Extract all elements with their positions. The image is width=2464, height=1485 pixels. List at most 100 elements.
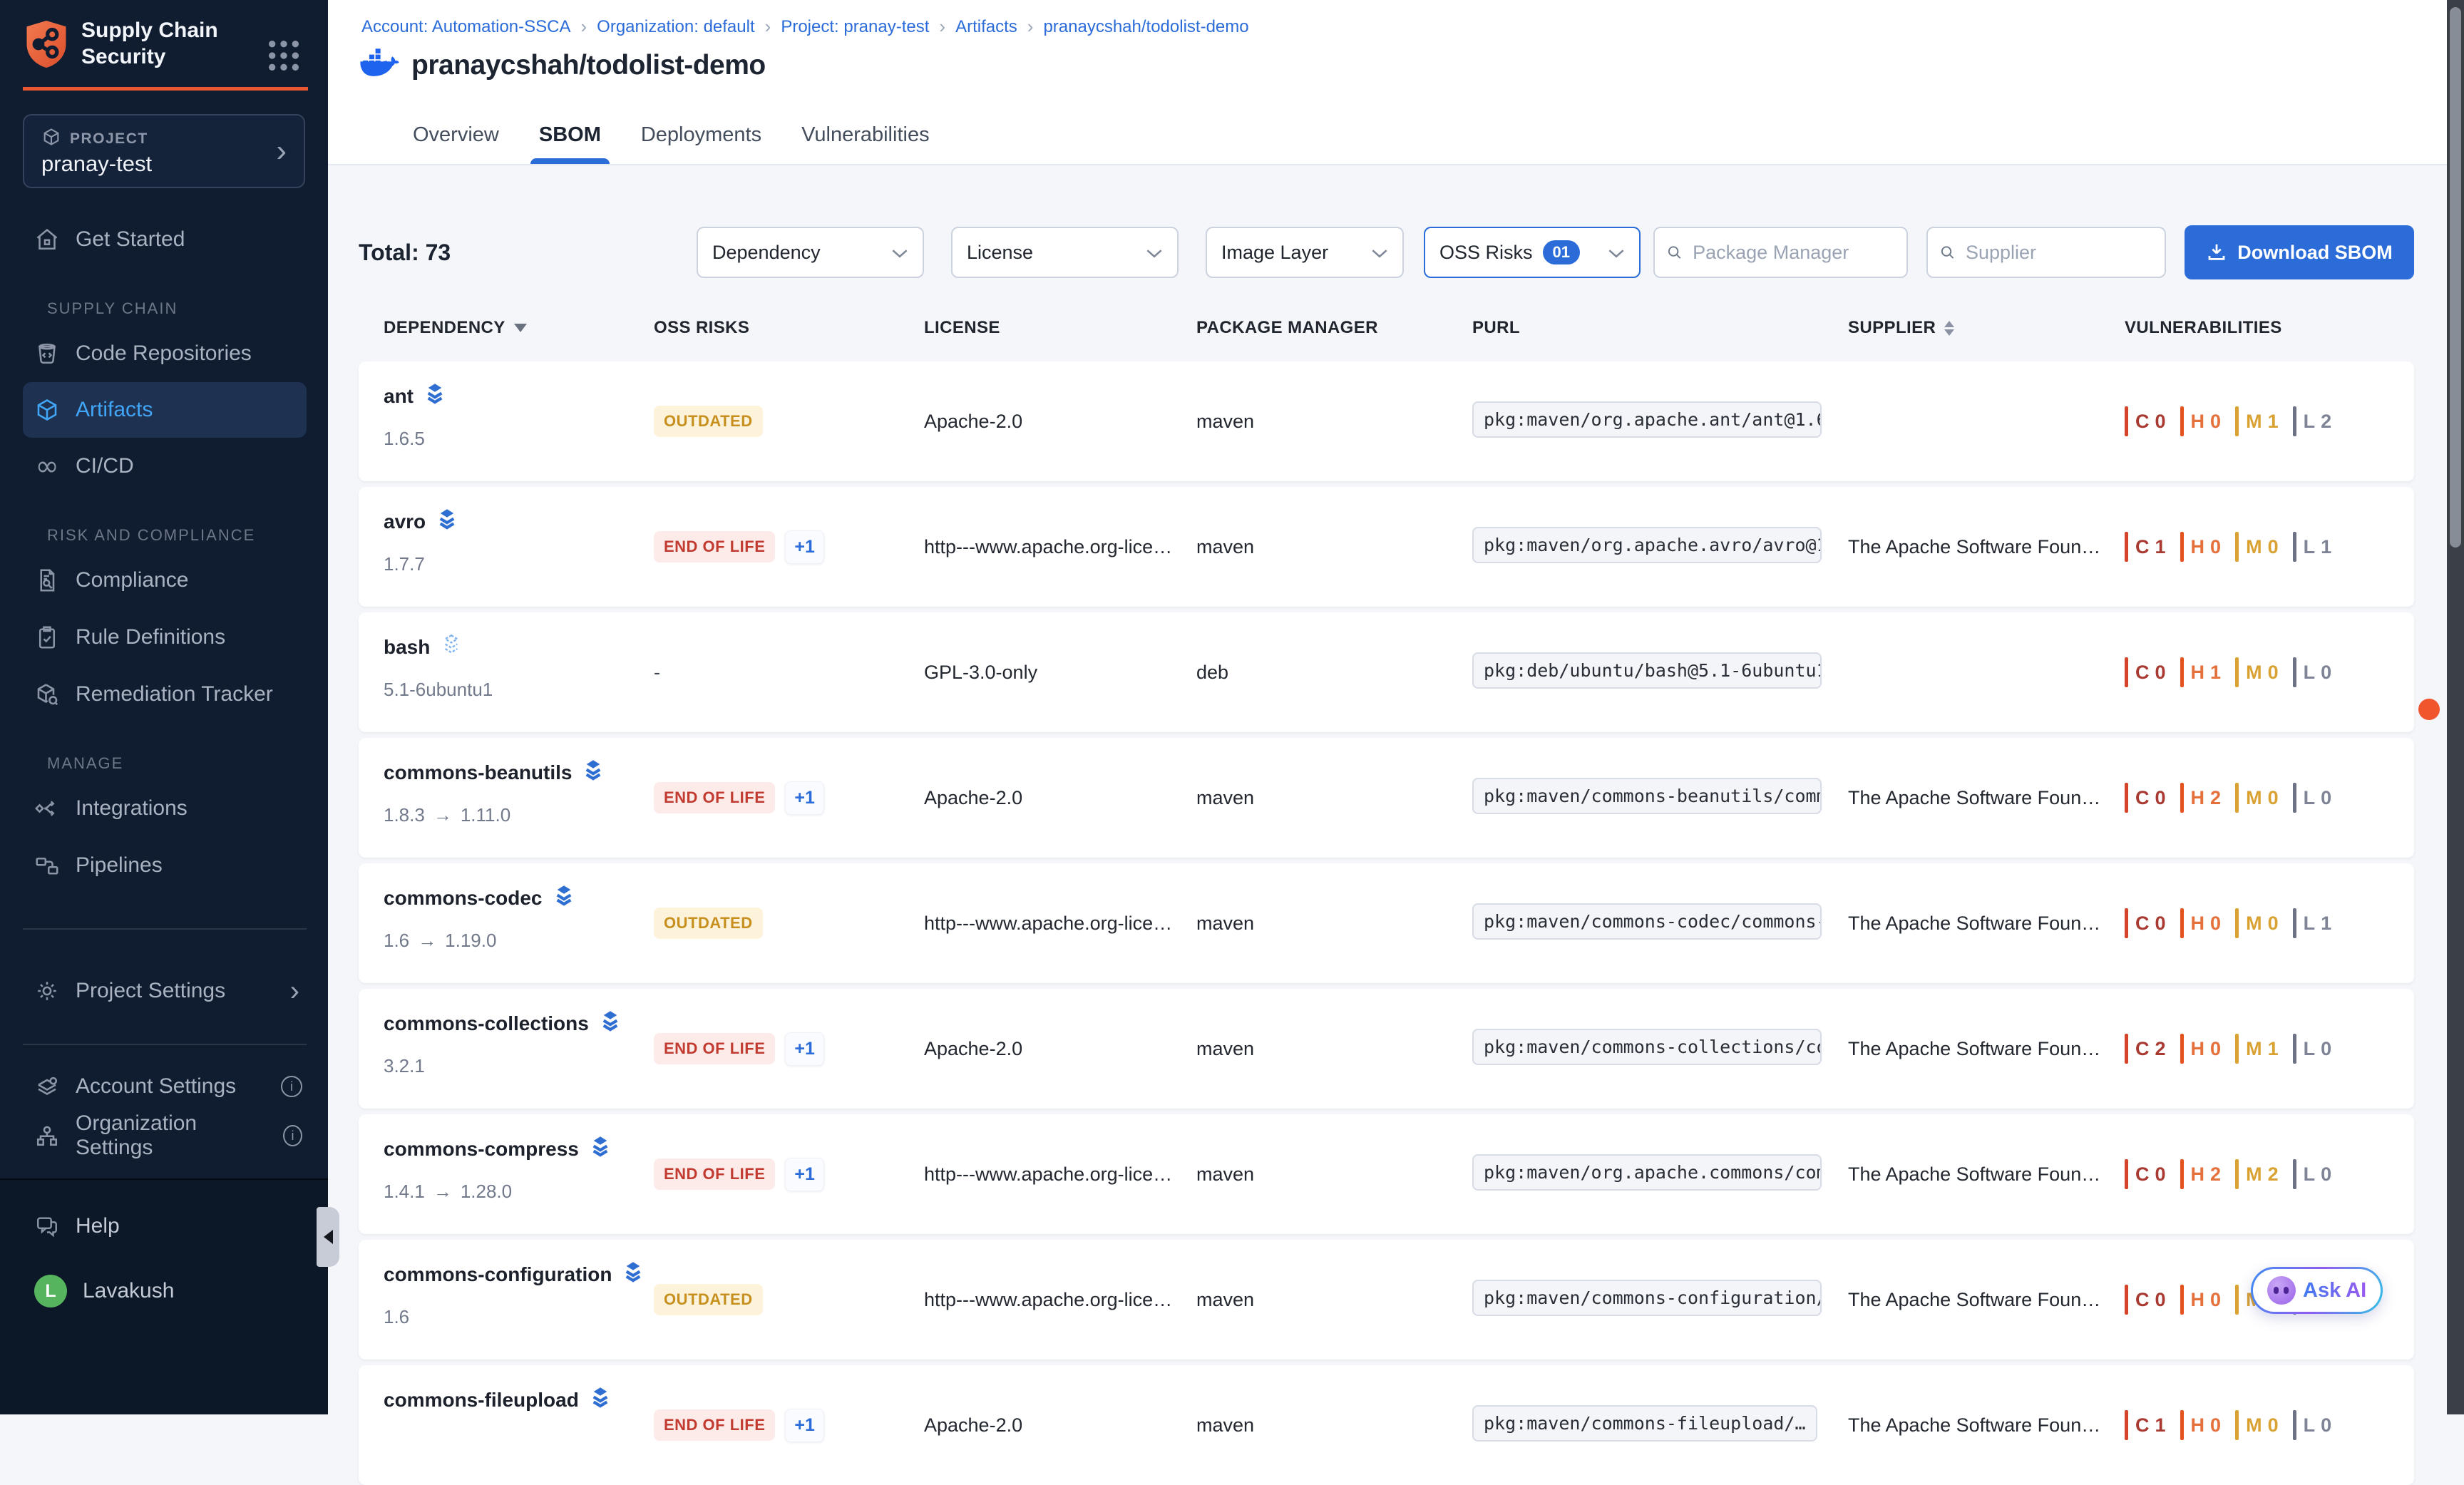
purl-chip[interactable]: pkg:maven/commons-collections/co…	[1472, 1029, 1822, 1065]
scrollbar[interactable]	[2447, 0, 2464, 1414]
user-menu[interactable]: L Lavakush	[0, 1263, 328, 1320]
filter-dropdown-oss-risks[interactable]: OSS Risks01	[1424, 227, 1641, 278]
supplier-input[interactable]	[1964, 241, 2153, 264]
risk-badge: OUTDATED	[654, 1284, 763, 1315]
risk-more-badge[interactable]: +1	[785, 1409, 824, 1442]
severity-bar	[2180, 1159, 2184, 1189]
scrollbar-thumb[interactable]	[2450, 7, 2461, 548]
severity-bar	[2180, 657, 2184, 687]
column-header-label: VULNERABILITIES	[2125, 318, 2282, 338]
table-row[interactable]: commons-codec1.6→1.19.0OUTDATEDhttp---ww…	[359, 863, 2414, 983]
breadcrumb-link-account[interactable]: Account: Automation-SSCA	[361, 17, 570, 37]
risk-more-badge[interactable]: +1	[785, 1158, 824, 1191]
filter-dropdown-dependency[interactable]: Dependency	[697, 227, 924, 278]
tab-sbom[interactable]: SBOM	[536, 123, 604, 164]
purl-chip[interactable]: pkg:maven/commons-beanutils/comm…	[1472, 778, 1822, 814]
breadcrumb-link-pranaycshah-todolist-demo[interactable]: pranaycshah/todolist-demo	[1043, 17, 1248, 37]
project-label: PROJECT	[70, 130, 148, 148]
table-row[interactable]: bash5.1-6ubuntu1-GPL-3.0-onlydebpkg:deb/…	[359, 612, 2414, 732]
license-cell: http---www.apache.org-lice…	[924, 913, 1181, 935]
severity-count: 0	[2210, 1289, 2221, 1311]
sidebar-item-label: Rule Definitions	[76, 625, 225, 649]
severity-bar	[2293, 657, 2296, 687]
risk-more-badge[interactable]: +1	[785, 1032, 824, 1066]
sidebar-item-get-started[interactable]: Get Started	[0, 211, 328, 268]
sidebar-item-remediation-tracker[interactable]: Remediation Tracker	[0, 666, 328, 723]
package-manager-input[interactable]	[1691, 241, 1895, 264]
sidebar-item-label: Remediation Tracker	[76, 682, 273, 706]
search-icon	[1666, 243, 1683, 262]
sidebar-collapse-handle[interactable]	[317, 1207, 339, 1267]
table-row[interactable]: commons-collections3.2.1END OF LIFE+1Apa…	[359, 989, 2414, 1109]
severity-count: 0	[2268, 662, 2279, 684]
column-header-supplier[interactable]: SUPPLIER	[1848, 318, 2125, 338]
severity-count: 0	[2268, 787, 2279, 809]
arrow-right-icon: →	[418, 930, 436, 952]
filter-label: Image Layer	[1221, 242, 1328, 264]
table-row[interactable]: commons-configuration1.6OUTDATEDhttp---w…	[359, 1240, 2414, 1360]
purl-chip[interactable]: pkg:maven/commons-fileupload/…	[1472, 1405, 1817, 1442]
sidebar-item-artifacts[interactable]: Artifacts	[23, 382, 307, 438]
sidebar-item-help[interactable]: Help	[0, 1198, 328, 1255]
sidebar-item-rule-definitions[interactable]: Rule Definitions	[0, 609, 328, 666]
risk-more-badge[interactable]: +1	[785, 530, 824, 564]
severity-bar	[2125, 532, 2128, 562]
sidebar-item-compliance[interactable]: Compliance	[0, 552, 328, 609]
sidebar-item-label: Artifacts	[76, 398, 153, 422]
filter-dropdown-image-layer[interactable]: Image Layer	[1206, 227, 1404, 278]
purl-chip[interactable]: pkg:maven/org.apache.avro/avro@1…	[1472, 527, 1822, 563]
table-row[interactable]: commons-beanutils1.8.3→1.11.0END OF LIFE…	[359, 738, 2414, 858]
severity-letter: C	[2135, 1038, 2151, 1060]
sidebar-item-label: CI/CD	[76, 454, 134, 478]
dependency-cell: bash5.1-6ubuntu1	[384, 612, 654, 732]
purl-chip[interactable]: pkg:maven/org.apache.ant/ant@1.6…	[1472, 401, 1822, 438]
severity-letter: L	[2304, 662, 2317, 684]
sidebar-item-integrations[interactable]: Integrations	[0, 780, 328, 837]
table-row[interactable]: commons-fileuploadEND OF LIFE+1Apache-2.…	[359, 1365, 2414, 1485]
severity-bar	[2180, 532, 2184, 562]
vuln-medium: M0	[2235, 783, 2279, 813]
purl-chip[interactable]: pkg:maven/org.apache.commons/com…	[1472, 1154, 1822, 1191]
project-selector[interactable]: PROJECT pranay-test ›	[23, 114, 305, 188]
tab-vulnerabilities[interactable]: Vulnerabilities	[799, 123, 932, 164]
sidebar-item-account-settings[interactable]: Account Settings	[0, 1061, 328, 1112]
risk-more-badge[interactable]: +1	[785, 781, 824, 815]
sort-icon	[1944, 321, 1954, 336]
purl-chip[interactable]: pkg:deb/ubuntu/bash@5.1-6ubuntu1	[1472, 652, 1822, 689]
download-sbom-button[interactable]: Download SBOM	[2185, 225, 2414, 279]
package-manager-search[interactable]	[1653, 227, 1908, 278]
vuln-medium: M1	[2235, 1034, 2279, 1064]
purl-chip[interactable]: pkg:maven/commons-configuration/…	[1472, 1280, 1822, 1316]
sidebar-item-code-repositories[interactable]: Code Repositories	[0, 325, 328, 382]
purl-chip[interactable]: pkg:maven/commons-codec/commons-…	[1472, 903, 1822, 940]
sidebar-item-project-settings[interactable]: Project Settings›	[0, 965, 328, 1017]
table-row[interactable]: commons-compress1.4.1→1.28.0END OF LIFE+…	[359, 1114, 2414, 1234]
tab-overview[interactable]: Overview	[410, 123, 502, 164]
severity-count: 0	[2210, 913, 2221, 935]
breadcrumb-link-project[interactable]: Project: pranay-test	[781, 17, 929, 37]
tab-deployments[interactable]: Deployments	[638, 123, 764, 164]
dependency-cell: commons-collections3.2.1	[384, 989, 654, 1109]
sidebar-item-organization-settings[interactable]: Organization Settings	[0, 1110, 328, 1161]
severity-count: 1	[2210, 662, 2221, 684]
apps-grid-icon[interactable]	[264, 36, 304, 76]
table-row[interactable]: avro1.7.7END OF LIFE+1http---www.apache.…	[359, 487, 2414, 607]
sidebar-item-cicd[interactable]: ∞CI/CD	[0, 438, 328, 495]
ask-ai-button[interactable]: Ask AI	[2251, 1267, 2383, 1314]
table-row[interactable]: ant1.6.5OUTDATEDApache-2.0mavenpkg:maven…	[359, 361, 2414, 481]
breadcrumb-link-organization[interactable]: Organization: default	[597, 17, 754, 37]
vuln-high: H0	[2180, 532, 2222, 562]
user-name: Lavakush	[83, 1279, 174, 1303]
supplier-search[interactable]	[1926, 227, 2166, 278]
clipboard-check-icon	[34, 625, 60, 650]
sidebar-item-pipelines[interactable]: Pipelines	[0, 837, 328, 894]
severity-bar	[2235, 1034, 2239, 1064]
dependency-cell: ant1.6.5	[384, 361, 654, 481]
package-manager-cell: maven	[1196, 913, 1453, 935]
column-header-dependency[interactable]: DEPENDENCY	[384, 318, 654, 338]
filter-dropdown-license[interactable]: License	[951, 227, 1179, 278]
severity-count: 0	[2155, 1289, 2166, 1311]
arrow-right-icon: →	[433, 1181, 452, 1203]
severity-letter: H	[2191, 1163, 2207, 1186]
breadcrumb-link-artifacts[interactable]: Artifacts	[955, 17, 1017, 37]
